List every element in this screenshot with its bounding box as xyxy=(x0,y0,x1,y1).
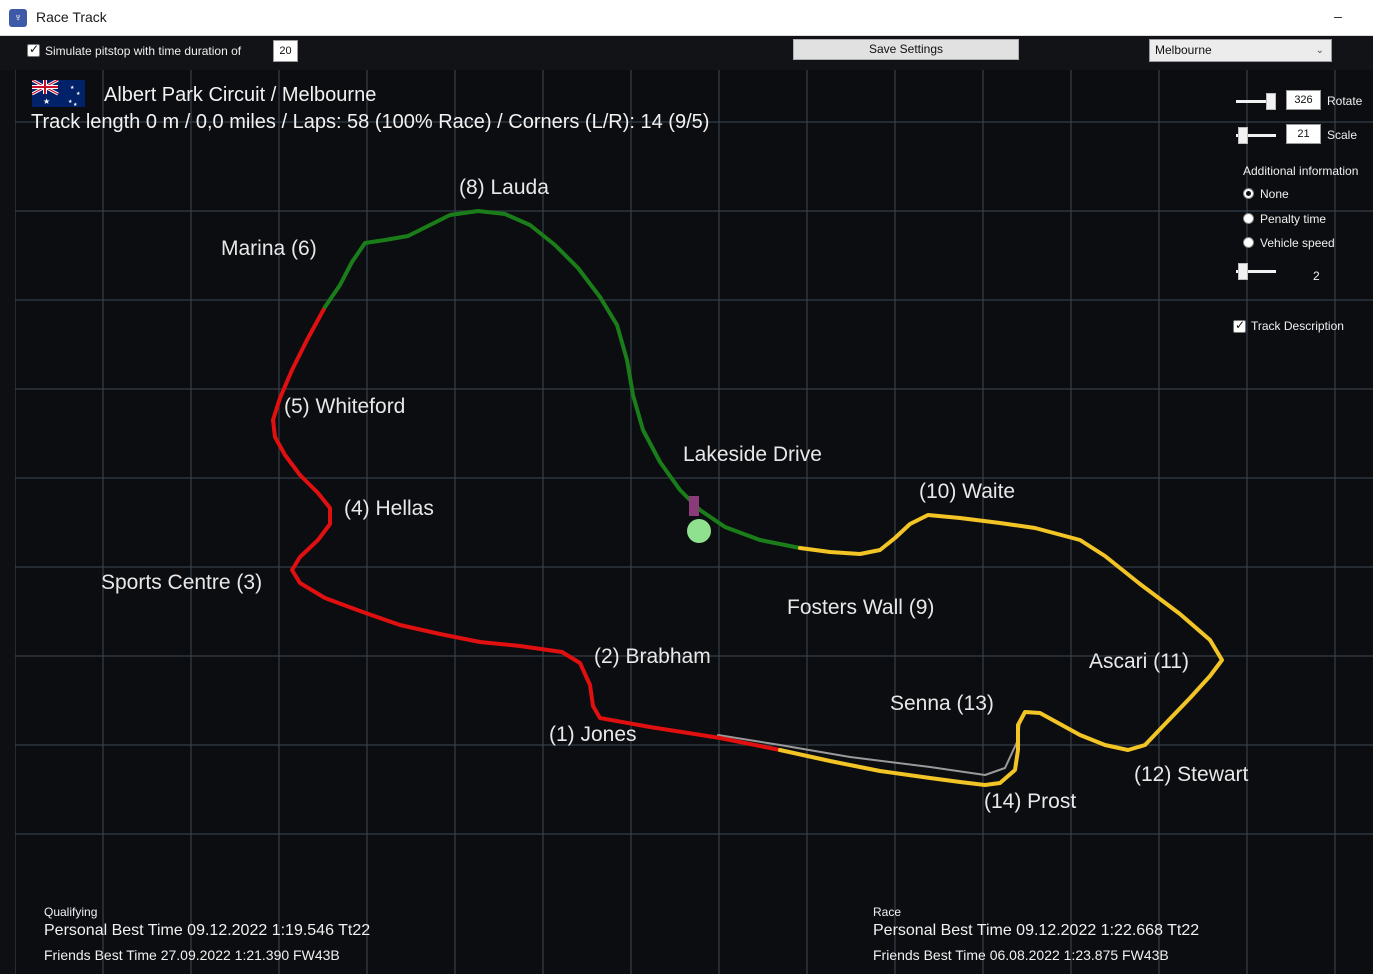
info-slider-value: 2 xyxy=(1313,269,1320,283)
track-description-label: Track Description xyxy=(1251,319,1344,333)
corner-label: (10) Waite xyxy=(919,480,1016,503)
app-icon: ♆ xyxy=(9,9,27,27)
corner-label: (2) Brabham xyxy=(594,645,711,668)
corner-label: Senna (13) xyxy=(890,692,994,715)
qualifying-heading: Qualifying xyxy=(44,905,98,919)
scale-slider-thumb[interactable] xyxy=(1238,127,1248,144)
corner-label: Sports Centre (3) xyxy=(101,571,263,594)
radio-vehicle-speed[interactable] xyxy=(1243,237,1254,248)
corner-label: Ascari (11) xyxy=(1089,650,1189,673)
svg-text:★: ★ xyxy=(43,97,50,106)
pitstop-checkbox[interactable] xyxy=(27,42,40,57)
track-select[interactable]: Melbourne ⌄ xyxy=(1149,39,1332,62)
pitstop-label: Simulate pitstop with time duration of xyxy=(45,44,242,58)
corner-label: Fosters Wall (9) xyxy=(787,596,935,619)
corner-label: (1) Jones xyxy=(549,723,637,746)
svg-text:★: ★ xyxy=(76,91,81,97)
radio-penalty-label: Penalty time xyxy=(1260,212,1327,226)
svg-text:★: ★ xyxy=(73,102,78,107)
qualifying-friends-best: Friends Best Time 27.09.2022 1:21.390 FW… xyxy=(44,947,340,963)
car-position-marker xyxy=(687,519,711,543)
corner-label: (4) Hellas xyxy=(344,497,434,520)
track-summary: Track length 0 m / 0,0 miles / Laps: 58 … xyxy=(31,111,710,133)
save-settings-button[interactable]: Save Settings xyxy=(793,39,1019,60)
track-name: Albert Park Circuit / Melbourne xyxy=(104,84,377,106)
corner-label: (14) Prost xyxy=(984,790,1077,813)
window-title: Race Track xyxy=(36,9,107,25)
chevron-down-icon: ⌄ xyxy=(1315,45,1324,56)
toolbar: Simulate pitstop with time duration of 2… xyxy=(0,36,1373,70)
radio-speed-label: Vehicle speed xyxy=(1260,236,1335,250)
race-personal-best: Personal Best Time 09.12.2022 1:22.668 T… xyxy=(873,922,1200,939)
svg-text:★: ★ xyxy=(70,85,75,91)
track-select-value: Melbourne xyxy=(1155,43,1212,57)
race-heading: Race xyxy=(873,905,902,919)
pitstop-duration-input[interactable]: 20 xyxy=(273,40,298,62)
scale-input[interactable]: 21 xyxy=(1286,124,1321,144)
scale-label: Scale xyxy=(1327,128,1358,142)
corner-label: Marina (6) xyxy=(221,237,317,260)
qualifying-personal-best: Personal Best Time 09.12.2022 1:19.546 T… xyxy=(44,922,371,939)
corner-label: (8) Lauda xyxy=(459,176,549,199)
minimize-button[interactable]: – xyxy=(1326,6,1350,28)
corner-label: (5) Whiteford xyxy=(284,395,406,418)
rotate-slider-thumb[interactable] xyxy=(1266,93,1276,110)
track-canvas xyxy=(15,70,1373,974)
rotate-label: Rotate xyxy=(1327,94,1363,108)
additional-info-heading: Additional information xyxy=(1243,164,1359,178)
race-friends-best: Friends Best Time 06.08.2022 1:23.875 FW… xyxy=(873,947,1169,963)
corner-label: Lakeside Drive xyxy=(683,443,822,466)
title-bar: ♆ Race Track – xyxy=(0,0,1373,36)
radio-penalty-time[interactable] xyxy=(1243,213,1254,224)
australia-flag-icon: ★ ★ ★ ★ ★ xyxy=(32,80,85,107)
corner-label: (12) Stewart xyxy=(1134,763,1249,786)
info-slider-thumb[interactable] xyxy=(1238,263,1248,280)
start-line-marker xyxy=(689,496,699,516)
radio-none-label: None xyxy=(1260,187,1289,201)
track-description-checkbox[interactable] xyxy=(1233,318,1246,333)
rotate-input[interactable]: 326 xyxy=(1286,90,1321,110)
track-map xyxy=(15,70,1373,974)
radio-none[interactable] xyxy=(1243,188,1254,199)
